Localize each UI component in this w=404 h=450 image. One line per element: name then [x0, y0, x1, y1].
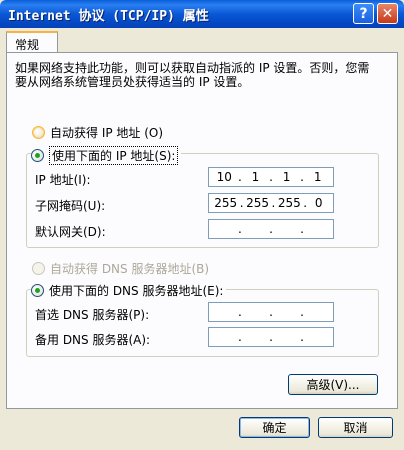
cancel-button[interactable]: 取消: [318, 417, 393, 438]
manual-dns-option[interactable]: 使用下面的 DNS 服务器地址(E):: [31, 282, 227, 299]
mask-octet-2: 255: [246, 196, 269, 210]
manual-ip-option[interactable]: 使用下面的 IP 地址(S):: [31, 146, 182, 165]
ip-octet-1: 10: [216, 170, 232, 184]
manual-ip-radio[interactable]: [31, 149, 44, 162]
help-button[interactable]: ?: [353, 3, 374, 24]
mask-octet-3: 255: [277, 196, 301, 210]
subnet-mask-input[interactable]: 255. 255. 255. 0: [208, 193, 334, 213]
alternate-dns-input[interactable]: ...: [208, 327, 334, 347]
preferred-dns-input[interactable]: ...: [208, 302, 334, 322]
ip-octet-4: 1: [313, 170, 322, 184]
ip-octet-2: 1: [251, 170, 260, 184]
alternate-dns-label: 备用 DNS 服务器(A):: [35, 333, 151, 347]
manual-ip-label: 使用下面的 IP 地址(S):: [49, 146, 179, 165]
manual-dns-radio[interactable]: [31, 284, 44, 297]
mask-octet-1: 255: [214, 196, 238, 210]
auto-ip-radio[interactable]: [32, 126, 45, 139]
intro-text: 如果网络支持此功能，则可以获取自动指派的 IP 设置。否则，您需要从网络系统管理…: [15, 61, 370, 89]
help-icon: ?: [359, 5, 368, 22]
auto-dns-radio: [32, 262, 45, 275]
ip-octet-3: 1: [282, 170, 291, 184]
tab-general-label: 常规: [15, 38, 40, 52]
close-icon: ✕: [381, 5, 394, 22]
auto-dns-label: 自动获得 DNS 服务器地址(B): [50, 262, 210, 276]
ip-address-label: IP 地址(I):: [35, 173, 91, 187]
ok-button[interactable]: 确定: [239, 417, 310, 438]
auto-ip-label: 自动获得 IP 地址 (O): [50, 126, 164, 140]
manual-dns-label: 使用下面的 DNS 服务器地址(E):: [49, 284, 224, 298]
auto-ip-option[interactable]: 自动获得 IP 地址 (O): [32, 124, 163, 141]
default-gateway-input[interactable]: ...: [208, 219, 334, 239]
tab-general[interactable]: 常规: [6, 31, 58, 53]
subnet-mask-label: 子网掩码(U):: [35, 199, 106, 213]
mask-octet-4: 0: [314, 196, 323, 210]
preferred-dns-label: 首选 DNS 服务器(P):: [35, 308, 150, 322]
title-bar[interactable]: Internet 协议 (TCP/IP) 属性 ? ✕: [0, 0, 404, 28]
auto-dns-option: 自动获得 DNS 服务器地址(B): [32, 260, 209, 277]
ip-address-input[interactable]: 10. 1. 1. 1: [208, 167, 334, 187]
tcpip-properties-dialog: Internet 协议 (TCP/IP) 属性 ? ✕ 常规 如果网络支持此功能…: [0, 0, 404, 450]
close-button[interactable]: ✕: [377, 3, 398, 24]
advanced-button[interactable]: 高级(V)...: [288, 374, 378, 395]
default-gateway-label: 默认网关(D):: [35, 225, 106, 239]
window-title: Internet 协议 (TCP/IP) 属性: [8, 9, 209, 24]
